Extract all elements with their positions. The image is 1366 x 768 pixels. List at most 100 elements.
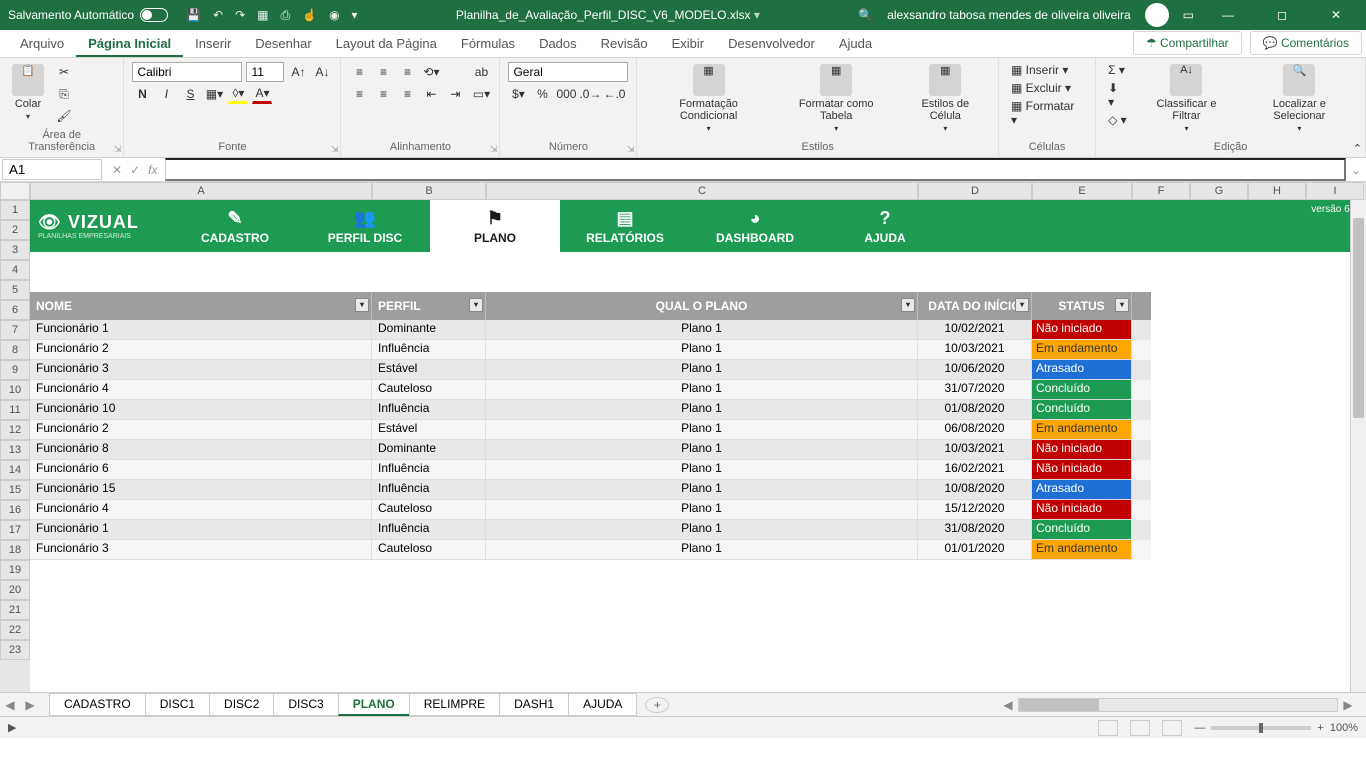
- cell-nome[interactable]: Funcionário 3: [30, 540, 372, 560]
- align-right-icon[interactable]: ≡: [397, 84, 417, 104]
- cell-data[interactable]: 31/07/2020: [918, 380, 1032, 400]
- decrease-font-icon[interactable]: A↓: [312, 62, 332, 82]
- cell-styles-button[interactable]: ▦Estilos de Célula▾: [901, 62, 990, 135]
- align-bottom-icon[interactable]: ≡: [397, 62, 417, 82]
- align-left-icon[interactable]: ≡: [349, 84, 369, 104]
- ribbon-tab-desenhar[interactable]: Desenhar: [243, 32, 323, 57]
- autosave-toggle[interactable]: Salvamento Automático: [0, 8, 176, 22]
- ribbon-tab-dados[interactable]: Dados: [527, 32, 589, 57]
- cell-nome[interactable]: Funcionário 3: [30, 360, 372, 380]
- inc-decimal-icon[interactable]: .0→: [580, 84, 600, 104]
- cell-perfil[interactable]: Dominante: [372, 320, 486, 340]
- print-icon[interactable]: ⎙: [281, 8, 291, 23]
- sheet-tab-plano[interactable]: PLANO: [338, 693, 410, 716]
- row-header-14[interactable]: 14: [0, 460, 30, 480]
- toggle-switch[interactable]: [140, 8, 168, 22]
- filter-nome-button[interactable]: ▾: [355, 298, 369, 312]
- row-header-4[interactable]: 4: [0, 260, 30, 280]
- col-header-F[interactable]: F: [1132, 182, 1190, 200]
- zoom-control[interactable]: — + 100%: [1194, 722, 1358, 734]
- name-box[interactable]: [2, 159, 102, 180]
- cell-plano[interactable]: Plano 1: [486, 500, 918, 520]
- cell-perfil[interactable]: Estável: [372, 360, 486, 380]
- sheet-tab-disc3[interactable]: DISC3: [273, 693, 338, 716]
- close-button[interactable]: ✕: [1316, 8, 1356, 22]
- cell-status[interactable]: Em andamento: [1032, 540, 1132, 560]
- font-name-select[interactable]: [132, 62, 242, 82]
- table-row[interactable]: Funcionário 10 Influência Plano 1 01/08/…: [30, 400, 1151, 420]
- share-button[interactable]: ☂ Compartilhar: [1133, 31, 1242, 55]
- cell-data[interactable]: 15/12/2020: [918, 500, 1032, 520]
- cell-perfil[interactable]: Cauteloso: [372, 380, 486, 400]
- sheet-tab-dash1[interactable]: DASH1: [499, 693, 569, 716]
- format-table-button[interactable]: ▦Formatar como Tabela▾: [778, 62, 895, 135]
- font-color-button[interactable]: A▾: [252, 84, 272, 104]
- row-header-23[interactable]: 23: [0, 640, 30, 660]
- col-header-C[interactable]: C: [486, 182, 918, 200]
- enter-fx-icon[interactable]: ✓: [130, 163, 140, 177]
- cell-plano[interactable]: Plano 1: [486, 320, 918, 340]
- cell-plano[interactable]: Plano 1: [486, 380, 918, 400]
- cell-status[interactable]: Em andamento: [1032, 340, 1132, 360]
- indent-dec-icon[interactable]: ⇤: [421, 84, 441, 104]
- row-header-13[interactable]: 13: [0, 440, 30, 460]
- font-size-select[interactable]: [246, 62, 284, 82]
- nav-relatórios[interactable]: ▤RELATÓRIOS: [560, 200, 690, 252]
- italic-button[interactable]: I: [156, 84, 176, 104]
- insert-button[interactable]: ▦ Inserir ▾: [1007, 62, 1087, 78]
- nav-ajuda[interactable]: ?AJUDA: [820, 200, 950, 252]
- cell-nome[interactable]: Funcionário 2: [30, 420, 372, 440]
- row-header-20[interactable]: 20: [0, 580, 30, 600]
- ribbon-tab-desenvolvedor[interactable]: Desenvolvedor: [716, 32, 827, 57]
- cell-data[interactable]: 16/02/2021: [918, 460, 1032, 480]
- merge-button[interactable]: ▭▾: [471, 84, 491, 104]
- cell-status[interactable]: Não iniciado: [1032, 440, 1132, 460]
- cells-area[interactable]: 👁 VIZUALPLANILHAS EMPRESARIAIS✎CADASTRO👥…: [30, 200, 1366, 692]
- vertical-scrollbar[interactable]: [1350, 200, 1366, 692]
- cell-nome[interactable]: Funcionário 8: [30, 440, 372, 460]
- cell-perfil[interactable]: Influência: [372, 460, 486, 480]
- zoom-level[interactable]: 100%: [1330, 722, 1358, 734]
- cell-perfil[interactable]: Influência: [372, 480, 486, 500]
- row-header-10[interactable]: 10: [0, 380, 30, 400]
- ribbon-tab-página-inicial[interactable]: Página Inicial: [76, 32, 183, 57]
- qat-more-icon[interactable]: ▾: [352, 8, 358, 23]
- new-icon[interactable]: ▦: [257, 8, 268, 23]
- zoom-in-button[interactable]: +: [1317, 722, 1323, 734]
- worksheet-grid[interactable]: ABCDEFGHI 123456789101112131415161718192…: [0, 182, 1366, 692]
- orientation-icon[interactable]: ⟲▾: [421, 62, 441, 82]
- format-painter-icon[interactable]: 🖌: [54, 106, 74, 126]
- cell-plano[interactable]: Plano 1: [486, 340, 918, 360]
- page-layout-button[interactable]: [1130, 720, 1150, 736]
- minimize-button[interactable]: —: [1208, 8, 1248, 22]
- redo-icon[interactable]: ↷: [235, 8, 245, 23]
- cell-status[interactable]: Não iniciado: [1032, 460, 1132, 480]
- table-row[interactable]: Funcionário 4 Cauteloso Plano 1 31/07/20…: [30, 380, 1151, 400]
- col-header-I[interactable]: I: [1306, 182, 1364, 200]
- cell-data[interactable]: 10/06/2020: [918, 360, 1032, 380]
- col-header-E[interactable]: E: [1032, 182, 1132, 200]
- cell-plano[interactable]: Plano 1: [486, 420, 918, 440]
- row-header-1[interactable]: 1: [0, 200, 30, 220]
- cell-plano[interactable]: Plano 1: [486, 460, 918, 480]
- delete-button[interactable]: ▦ Excluir ▾: [1007, 80, 1087, 96]
- cell-nome[interactable]: Funcionário 2: [30, 340, 372, 360]
- fill-button[interactable]: ⬇ ▾: [1104, 80, 1131, 110]
- nav-perfil-disc[interactable]: 👥PERFIL DISC: [300, 200, 430, 252]
- cell-data[interactable]: 10/02/2021: [918, 320, 1032, 340]
- number-dialog[interactable]: ⇲: [627, 144, 635, 155]
- table-row[interactable]: Funcionário 8 Dominante Plano 1 10/03/20…: [30, 440, 1151, 460]
- cell-status[interactable]: Concluído: [1032, 400, 1132, 420]
- row-header-21[interactable]: 21: [0, 600, 30, 620]
- number-format-select[interactable]: [508, 62, 628, 82]
- find-select-button[interactable]: 🔍Localizar e Selecionar▾: [1242, 62, 1357, 135]
- col-header-G[interactable]: G: [1190, 182, 1248, 200]
- cell-perfil[interactable]: Influência: [372, 340, 486, 360]
- cell-status[interactable]: Em andamento: [1032, 420, 1132, 440]
- table-row[interactable]: Funcionário 6 Influência Plano 1 16/02/2…: [30, 460, 1151, 480]
- table-row[interactable]: Funcionário 15 Influência Plano 1 10/08/…: [30, 480, 1151, 500]
- ribbon-tab-ajuda[interactable]: Ajuda: [827, 32, 884, 57]
- cell-plano[interactable]: Plano 1: [486, 440, 918, 460]
- row-header-22[interactable]: 22: [0, 620, 30, 640]
- table-row[interactable]: Funcionário 1 Influência Plano 1 31/08/2…: [30, 520, 1151, 540]
